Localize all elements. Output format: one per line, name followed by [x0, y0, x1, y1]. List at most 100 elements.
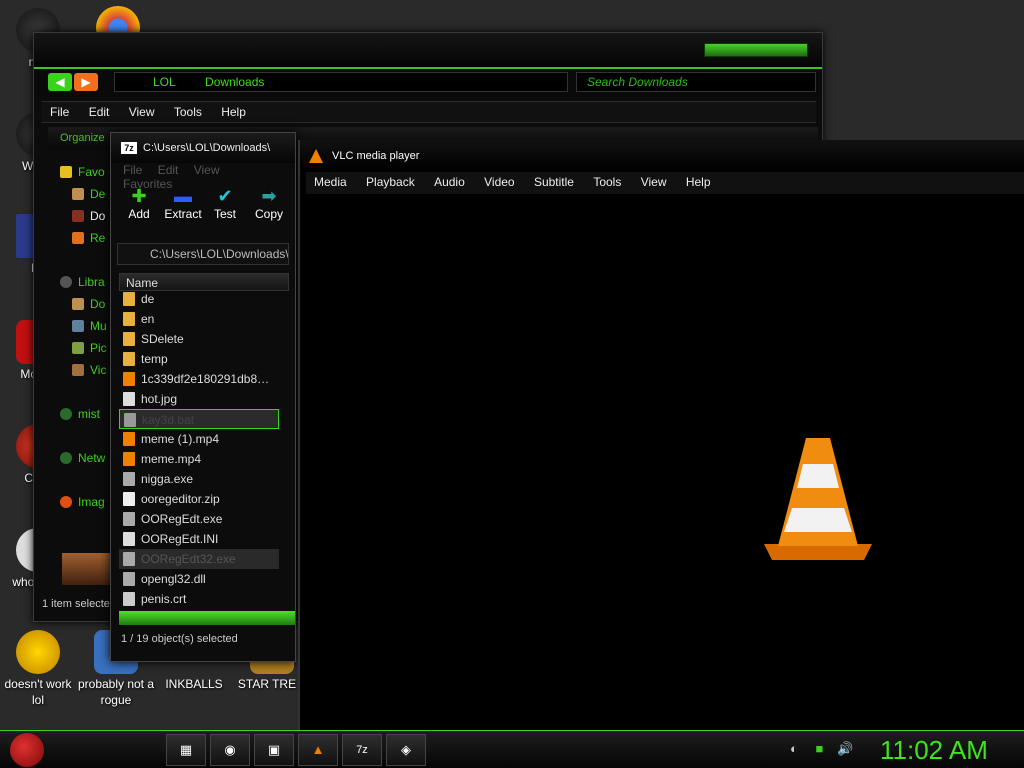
pictures-icon	[72, 342, 84, 354]
explorer-menu-bar: File Edit View Tools Help	[42, 101, 816, 123]
organize-button[interactable]: Organize	[48, 132, 105, 144]
menu-help[interactable]: Help	[213, 102, 254, 122]
7zip-icon: 7z	[121, 142, 137, 154]
file-row[interactable]: meme.mp4	[119, 449, 279, 469]
vlc-titlebar[interactable]: VLC media player	[300, 140, 1024, 172]
7zip-path-input[interactable]: C:\Users\LOL\Downloads\	[117, 243, 289, 265]
file-row[interactable]: temp	[119, 349, 279, 369]
file-name: ooregeditor.zip	[141, 492, 220, 506]
search-input[interactable]: Search Downloads	[576, 72, 816, 92]
desktop-icon-label: STAR TRE 3	[237, 677, 307, 691]
file-row[interactable]: penis.crt	[119, 589, 279, 609]
desktop-icon[interactable]: doesn't work lol	[0, 630, 78, 708]
file-row[interactable]: SDelete	[119, 329, 279, 349]
menu-edit[interactable]: Edit	[158, 163, 179, 177]
breadcrumb-item[interactable]: LOL	[153, 75, 176, 89]
file-name: OORegEdt.INI	[141, 532, 219, 546]
7zip-titlebar[interactable]: 7z C:\Users\LOL\Downloads\	[111, 133, 295, 163]
star-icon	[60, 166, 72, 178]
copy-button[interactable]: ➡ Copy	[247, 185, 291, 221]
7zip-status: 1 / 19 object(s) selected	[121, 633, 238, 645]
file-row[interactable]: OORegEdt.INI	[119, 529, 279, 549]
file-row[interactable]: en	[119, 309, 279, 329]
7zip-file-list: de en SDelete temp 1c339df2e180291db8… hot.jp…	[119, 289, 279, 609]
menu-view[interactable]: View	[121, 102, 163, 122]
file-icon	[123, 552, 135, 566]
7zip-scrollbar[interactable]	[119, 611, 295, 625]
nav-item[interactable]: mist	[60, 407, 100, 421]
taskbar-chrome-icon[interactable]: ◉	[210, 734, 250, 766]
nav-item[interactable]: Netw	[60, 451, 105, 465]
file-name: de	[141, 292, 155, 306]
file-row[interactable]: 1c339df2e180291db8…	[119, 369, 279, 389]
taskbar-explorer-icon[interactable]: ▦	[166, 734, 206, 766]
vlc-icon	[309, 149, 323, 163]
clock[interactable]: 11:02 AM	[880, 734, 988, 766]
file-icon	[123, 452, 135, 466]
extract-button[interactable]: ▬ Extract	[161, 185, 205, 221]
file-icon	[123, 312, 135, 326]
explorer-titlebar[interactable]	[34, 33, 822, 69]
file-name: SDelete	[141, 332, 184, 346]
volume-icon[interactable]: 🔊	[837, 741, 853, 756]
taskbar-7zip-icon[interactable]: 7z	[342, 734, 382, 766]
nav-item[interactable]: Libra	[60, 275, 105, 289]
menu-tools[interactable]: Tools	[585, 172, 629, 192]
window-controls[interactable]	[704, 43, 808, 57]
menu-media[interactable]: Media	[306, 172, 355, 192]
taskbar-vlc-icon[interactable]: ▲	[298, 734, 338, 766]
forward-button[interactable]: ▶	[74, 73, 98, 91]
file-icon	[123, 532, 135, 546]
vlc-window[interactable]: VLC media player Media Playback Audio Vi…	[298, 140, 1024, 730]
menu-video[interactable]: Video	[476, 172, 522, 192]
file-row[interactable]: meme (1).mp4	[119, 429, 279, 449]
file-name: meme (1).mp4	[141, 432, 220, 446]
menu-view[interactable]: View	[194, 163, 220, 177]
music-icon	[72, 320, 84, 332]
file-name: temp	[141, 352, 168, 366]
menu-playback[interactable]: Playback	[358, 172, 423, 192]
file-icon	[124, 413, 136, 427]
network-icon	[60, 452, 72, 464]
test-button[interactable]: ✔ Test	[203, 185, 247, 221]
downloads-icon	[72, 210, 84, 222]
file-icon	[123, 472, 135, 486]
file-row[interactable]: OORegEdt32.exe	[119, 549, 279, 569]
nav-item[interactable]: Imag	[60, 495, 105, 509]
taskbar-cube-icon[interactable]: ◈	[386, 734, 426, 766]
7zip-window[interactable]: 7z C:\Users\LOL\Downloads\ File Edit View…	[110, 132, 296, 662]
menu-file[interactable]: File	[42, 102, 77, 122]
taskbar-monitor-icon[interactable]: ▣	[254, 734, 294, 766]
file-row[interactable]: OORegEdt.exe	[119, 509, 279, 529]
file-row[interactable]: opengl32.dll	[119, 569, 279, 589]
file-row[interactable]: ooregeditor.zip	[119, 489, 279, 509]
nav-item[interactable]: Do	[72, 297, 105, 311]
network-icon[interactable]: ◐	[790, 741, 798, 756]
file-row[interactable]: kay3d.bat	[119, 409, 279, 429]
add-button[interactable]: ✚ Add	[117, 185, 161, 221]
menu-subtitle[interactable]: Subtitle	[526, 172, 582, 192]
menu-audio[interactable]: Audio	[426, 172, 473, 192]
menu-view[interactable]: View	[633, 172, 675, 192]
menu-edit[interactable]: Edit	[81, 102, 118, 122]
nav-item[interactable]: Vic	[72, 363, 106, 377]
videos-icon	[72, 364, 84, 376]
nav-item[interactable]: Mu	[72, 319, 107, 333]
battery-icon[interactable]: ■	[815, 741, 823, 756]
file-row[interactable]: hot.jpg	[119, 389, 279, 409]
nav-item[interactable]: Favo	[60, 165, 105, 179]
nav-item[interactable]: Do	[72, 209, 105, 223]
nav-item[interactable]: Pic	[72, 341, 107, 355]
file-row[interactable]: nigga.exe	[119, 469, 279, 489]
file-row[interactable]: de	[119, 289, 279, 309]
back-button[interactable]: ◀	[48, 73, 72, 91]
menu-help[interactable]: Help	[678, 172, 719, 192]
address-input[interactable]: LOL Downloads	[114, 72, 568, 92]
menu-tools[interactable]: Tools	[166, 102, 210, 122]
nav-item[interactable]: Re	[72, 231, 105, 245]
breadcrumb-item[interactable]: Downloads	[205, 75, 264, 89]
file-name: OORegEdt.exe	[141, 512, 223, 526]
nav-item[interactable]: De	[72, 187, 105, 201]
menu-file[interactable]: File	[123, 163, 142, 177]
start-button[interactable]	[10, 733, 44, 767]
